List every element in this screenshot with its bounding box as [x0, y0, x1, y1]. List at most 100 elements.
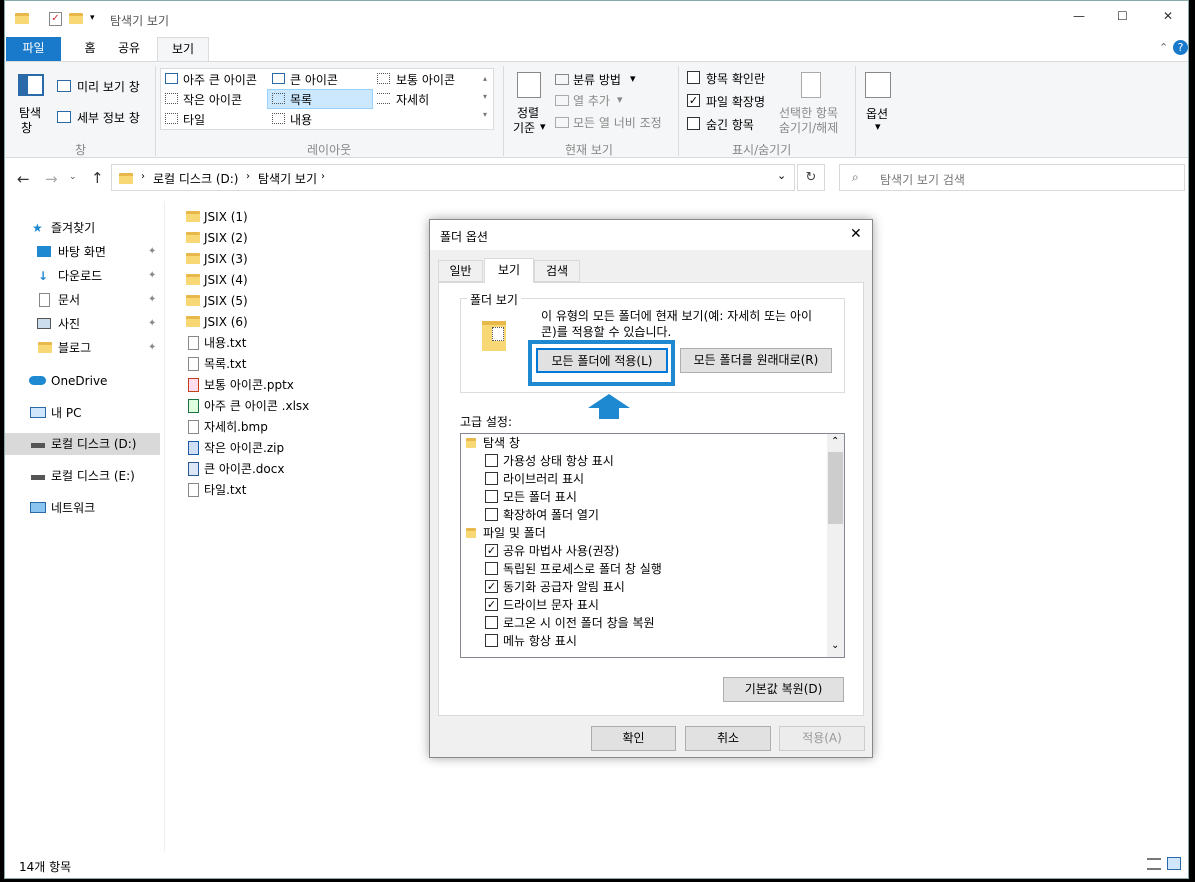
advanced-option-label: 확장하여 폴더 열기 [503, 508, 599, 522]
arrow-up-icon [588, 394, 630, 408]
zip-file-icon [188, 441, 199, 455]
ok-button[interactable]: 확인 [591, 726, 676, 751]
advanced-option-checkbox[interactable]: ✓ [485, 580, 498, 593]
advanced-option-checkbox[interactable] [485, 508, 498, 521]
advanced-option-label: 탐색 창 [483, 436, 520, 450]
file-extensions-checkbox[interactable]: ✓ [687, 94, 700, 107]
refresh-icon[interactable]: ↻ [797, 164, 825, 191]
dialog-tab-search[interactable]: 검색 [534, 260, 580, 282]
bitmap-file-icon [188, 420, 199, 434]
cancel-button[interactable]: 취소 [685, 726, 771, 751]
advanced-option-checkbox[interactable] [485, 562, 498, 575]
add-column-chevron-icon: ▾ [617, 93, 623, 106]
folder-views-label: 폴더 보기 [467, 291, 521, 308]
hide-selected-icon [801, 72, 821, 98]
dialog-title: 폴더 옵션 [440, 230, 488, 244]
word-file-icon [188, 462, 199, 476]
folder-views-desc1: 이 유형의 모든 폴더에 현재 보기(예: 자세히 또는 아이 [541, 309, 813, 323]
add-column-button[interactable]: 열 추가 [573, 92, 610, 109]
folder-options-dialog: 폴더 옵션 ✕ 일반 보기 검색 폴더 보기 이 유형의 모든 폴더에 현재 보… [429, 219, 873, 758]
text-file-icon [188, 336, 199, 350]
advanced-option-checkbox[interactable] [485, 616, 498, 629]
close-button[interactable]: ✕ [1163, 9, 1173, 23]
help-icon[interactable]: ? [1173, 40, 1188, 55]
item-checkboxes-label: 항목 확인란 [706, 72, 766, 86]
options-icon [865, 72, 891, 98]
folder-icon [186, 232, 200, 243]
excel-file-icon [188, 399, 199, 413]
folder-icon [186, 316, 200, 327]
scroll-down-icon[interactable]: ⌄ [831, 640, 839, 651]
hidden-items-checkbox[interactable] [687, 117, 700, 130]
text-file-icon [188, 357, 199, 371]
details-view-icon[interactable] [1147, 858, 1161, 870]
folder-icon [186, 211, 200, 222]
apply-button[interactable]: 적용(A) [779, 726, 865, 751]
file-list: JSIX (1) JSIX (2) JSIX (3) JSIX (4) JSIX… [5, 1, 425, 511]
group-by-icon [555, 74, 569, 85]
advanced-option-checkbox[interactable] [485, 634, 498, 647]
dialog-tab-view[interactable]: 보기 [484, 258, 534, 283]
address-dropdown-icon[interactable]: ⌄ [777, 169, 786, 182]
group-label-showhide: 표시/숨기기 [732, 143, 792, 157]
advanced-option-checkbox[interactable]: ✓ [485, 544, 498, 557]
folder-views-desc2: 콘)를 적용할 수 있습니다. [541, 325, 672, 339]
size-columns-icon [555, 117, 569, 128]
folder-icon [466, 528, 476, 538]
advanced-settings-list[interactable]: 탐색 창가용성 상태 항상 표시라이브러리 표시모든 폴더 표시확장하여 폴더 … [460, 433, 845, 658]
advanced-option-label: 드라이브 문자 표시 [503, 598, 599, 612]
folder-icon [186, 295, 200, 306]
dialog-tab-general[interactable]: 일반 [438, 260, 483, 282]
chevron-up-icon[interactable]: ⌃ [1159, 41, 1168, 54]
large-icons-view-icon[interactable] [1167, 857, 1181, 870]
reset-folders-button[interactable]: 모든 폴더를 원래대로(R) [680, 348, 832, 373]
advanced-option-label: 메뉴 항상 표시 [503, 634, 577, 648]
advanced-option-checkbox[interactable] [485, 490, 498, 503]
apply-to-folders-button[interactable]: 모든 폴더에 적용(L) [536, 348, 668, 373]
advanced-option-label: 로그온 시 이전 폴더 창을 복원 [503, 616, 655, 630]
dialog-title-bar: 폴더 옵션 ✕ [430, 220, 872, 250]
scroll-up-icon[interactable]: ⌃ [831, 436, 839, 447]
arrow-up-stem [599, 407, 619, 419]
advanced-option-label: 독립된 프로세스로 폴더 창 실행 [503, 562, 662, 576]
hidden-items-label: 숨긴 항목 [706, 118, 754, 132]
hide-selected-label2[interactable]: 숨기기/해제 [779, 119, 838, 136]
advanced-scrollbar[interactable]: ⌃ ⌄ [827, 434, 844, 657]
dialog-tab-panel: 폴더 보기 이 유형의 모든 폴더에 현재 보기(예: 자세히 또는 아이 콘)… [438, 282, 864, 716]
size-columns-button[interactable]: 모든 열 너비 조정 [573, 114, 662, 131]
folder-icon [466, 438, 476, 448]
options-chevron-icon: ▾ [875, 120, 881, 133]
group-by-button[interactable]: 분류 방법 [573, 71, 621, 88]
search-input[interactable]: 탐색기 보기 검색 [880, 171, 965, 188]
group-label-current-view: 현재 보기 [565, 143, 613, 157]
powerpoint-file-icon [188, 378, 199, 392]
advanced-settings-label: 고급 설정: [460, 415, 513, 429]
restore-defaults-button[interactable]: 기본값 복원(D) [723, 677, 844, 702]
advanced-option-label: 모든 폴더 표시 [503, 490, 577, 504]
advanced-option-checkbox[interactable] [485, 472, 498, 485]
advanced-option-label: 공유 마법사 사용(권장) [503, 544, 620, 558]
sort-chevron-icon: ▾ [540, 120, 546, 133]
scroll-thumb[interactable] [828, 452, 843, 524]
file-extensions-label: 파일 확장명 [706, 95, 766, 109]
advanced-option-label: 라이브러리 표시 [503, 472, 585, 486]
advanced-option-label: 가용성 상태 항상 표시 [503, 454, 614, 468]
maximize-button[interactable]: ☐ [1117, 9, 1128, 23]
dialog-close-button[interactable]: ✕ [850, 226, 862, 242]
folder-view-icon [482, 321, 506, 351]
status-item-count: 14개 항목 [19, 860, 72, 874]
search-box[interactable]: ⌕ 탐색기 보기 검색 [839, 164, 1185, 191]
item-checkboxes-checkbox[interactable] [687, 71, 700, 84]
advanced-option-checkbox[interactable] [485, 454, 498, 467]
gallery-scroll-icon[interactable]: ▴ ▾ ▾ [483, 70, 487, 124]
advanced-option-label: 동기화 공급자 알림 표시 [503, 580, 625, 594]
folder-icon [186, 274, 200, 285]
advanced-option-checkbox[interactable]: ✓ [485, 598, 498, 611]
advanced-option-label: 파일 및 폴더 [483, 526, 546, 540]
folder-icon [186, 253, 200, 264]
sort-by-icon [517, 72, 541, 98]
sort-label2[interactable]: 기준 [513, 119, 535, 136]
minimize-button[interactable]: — [1073, 9, 1085, 23]
add-column-icon [555, 95, 569, 106]
text-file-icon [188, 483, 199, 497]
